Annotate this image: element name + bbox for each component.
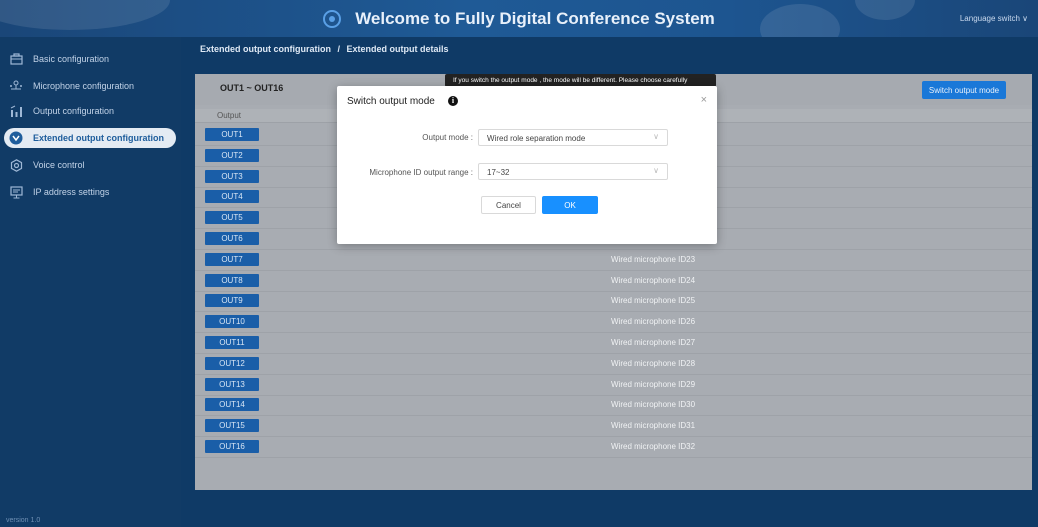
table-row: OUT10 Wired microphone ID26 [195, 312, 1032, 334]
info-icon[interactable]: i [448, 96, 458, 106]
output-tag[interactable]: OUT9 [205, 294, 259, 308]
sidebar: Basic configuration Microphone configura… [0, 37, 181, 527]
extended-output-icon [9, 131, 23, 145]
mic-range-value: 17~32 [487, 168, 510, 177]
microphone-assignment: Wired microphone ID26 [611, 317, 696, 327]
output-mode-label: Output mode : [422, 133, 473, 142]
output-mode-value: Wired role separation mode [487, 134, 586, 143]
sidebar-item-label: IP address settings [33, 187, 110, 197]
language-switch-label: Language switch [959, 14, 1020, 23]
microphone-assignment: Wired microphone ID27 [611, 338, 696, 347]
app-title: Welcome to Fully Digital Conference Syst… [355, 8, 715, 28]
output-tag[interactable]: OUT8 [205, 273, 259, 287]
output-tag[interactable]: OUT5 [205, 211, 259, 225]
sidebar-item-ip-address-settings[interactable]: IP address settings [0, 182, 181, 202]
microphone-assignment: Wired microphone ID32 [611, 442, 696, 451]
microphone-assignment: Wired microphone ID25 [611, 296, 696, 306]
output-range-label: OUT1 ~ OUT16 [220, 83, 284, 93]
microphone-assignment: Wired microphone ID30 [611, 400, 696, 410]
output-tag[interactable]: OUT12 [205, 356, 259, 370]
voice-gear-icon [9, 158, 23, 172]
mic-range-select[interactable]: 17~32 ∨ [478, 163, 668, 180]
table-row: OUT15 Wired microphone ID31 [195, 416, 1032, 438]
language-switch[interactable]: Language switch ∨ [960, 14, 1028, 23]
switch-output-mode-dialog: Switch output mode i × Output mode : Wir… [337, 86, 717, 244]
output-tag[interactable]: OUT6 [205, 232, 259, 245]
sidebar-item-voice-control[interactable]: Voice control [0, 155, 181, 175]
microphone-assignment: Wired microphone ID31 [611, 421, 696, 431]
close-icon[interactable]: × [701, 94, 707, 106]
sidebar-item-label: Output configuration [33, 106, 115, 116]
output-tag[interactable]: OUT15 [205, 419, 259, 433]
microphone-assignment: Wired microphone ID28 [611, 358, 696, 368]
output-tag[interactable]: OUT14 [205, 398, 259, 412]
breadcrumb-current: Extended output details [346, 44, 449, 54]
monitor-icon [9, 185, 23, 199]
sidebar-item-label: Extended output configuration [33, 133, 164, 143]
microphone-network-icon [9, 79, 23, 93]
output-tag[interactable]: OUT1 [205, 128, 259, 141]
dialog-title: Switch output mode [347, 96, 435, 107]
sidebar-item-label: Basic configuration [33, 54, 110, 64]
table-row: OUT16 Wired microphone ID32 [195, 437, 1032, 458]
cancel-button[interactable]: Cancel [481, 196, 536, 214]
app-header: Welcome to Fully Digital Conference Syst… [0, 0, 1038, 37]
microphone-assignment: Wired microphone ID23 [611, 254, 696, 264]
table-row: OUT13 Wired microphone ID29 [195, 375, 1032, 396]
table-row: OUT8 Wired microphone ID24 [195, 271, 1032, 292]
table-row: OUT11 Wired microphone ID27 [195, 333, 1032, 354]
microphone-assignment: Wired microphone ID24 [611, 275, 696, 285]
version-label: version 1.0 [6, 517, 41, 524]
output-mode-select[interactable]: Wired role separation mode ∨ [478, 129, 668, 146]
output-tag[interactable]: OUT4 [205, 190, 259, 204]
column-output-header: Output [217, 111, 242, 120]
output-tag[interactable]: OUT7 [205, 252, 259, 266]
chevron-down-icon: ∨ [653, 166, 659, 175]
sidebar-item-basic-configuration[interactable]: Basic configuration [0, 49, 181, 69]
mic-range-label: Microphone ID output range : [369, 168, 473, 177]
sidebar-item-extended-output-configuration[interactable]: Extended output configuration [4, 128, 176, 148]
sidebar-item-microphone-configuration[interactable]: Microphone configuration [0, 76, 181, 96]
output-tag[interactable]: OUT10 [205, 315, 259, 329]
briefcase-icon [9, 52, 23, 66]
switch-output-mode-button[interactable]: Switch output mode [922, 81, 1006, 99]
breadcrumb-separator: / [337, 44, 341, 54]
output-tag[interactable]: OUT3 [205, 169, 259, 183]
output-bars-icon [9, 104, 23, 118]
output-tag[interactable]: OUT16 [205, 440, 259, 453]
output-tag[interactable]: OUT2 [205, 148, 259, 162]
table-row: OUT9 Wired microphone ID25 [195, 291, 1032, 313]
chevron-down-icon: ∨ [1022, 14, 1028, 23]
sidebar-item-label: Voice control [33, 160, 85, 170]
sidebar-item-output-configuration[interactable]: Output configuration [0, 101, 181, 121]
ok-button[interactable]: OK [542, 196, 598, 214]
output-tag[interactable]: OUT13 [205, 377, 259, 391]
chevron-down-icon: ∨ [653, 132, 659, 141]
sidebar-item-label: Microphone configuration [33, 81, 135, 91]
table-row: OUT12 Wired microphone ID28 [195, 354, 1032, 375]
breadcrumb-parent[interactable]: Extended output configuration [200, 44, 331, 54]
microphone-assignment: Wired microphone ID29 [611, 379, 696, 389]
table-row: OUT7 Wired microphone ID23 [195, 250, 1032, 271]
logo-icon [323, 9, 342, 28]
breadcrumb: Extended output configuration / Extended… [200, 44, 449, 54]
output-tag[interactable]: OUT11 [205, 336, 259, 349]
table-row: OUT14 Wired microphone ID30 [195, 395, 1032, 417]
